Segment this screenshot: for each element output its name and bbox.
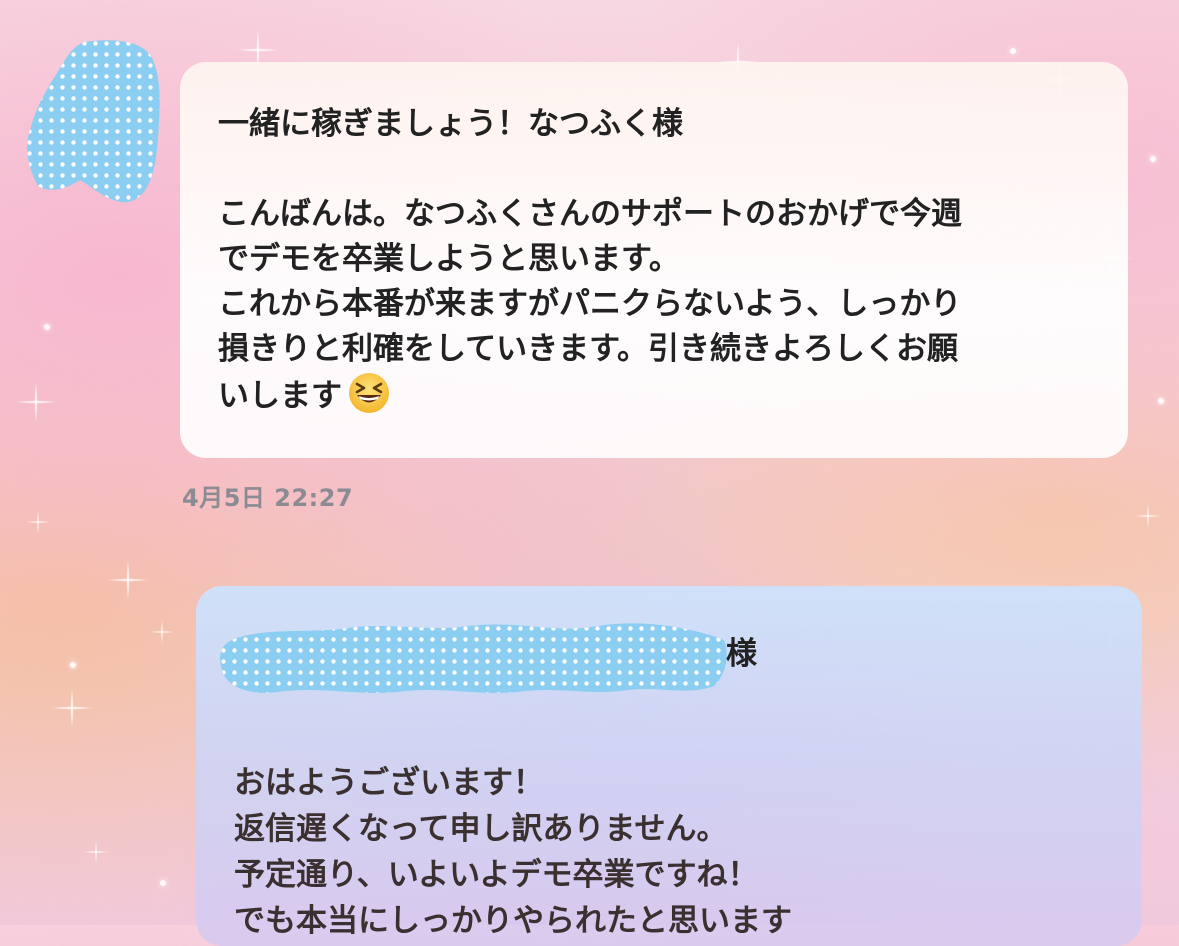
message-line: おはようございます！ — [234, 765, 544, 801]
glitter-dot — [1010, 48, 1016, 54]
incoming-message-bubble[interactable]: 一緒に稼ぎましょう！なつふく様 こんばんは。なつふくさんのサポートのおかげで今週… — [180, 62, 1128, 458]
message-line: でも本当にしっかりやられたと思います — [234, 903, 792, 939]
sparkle-decoration — [150, 620, 174, 644]
glitter-dot — [1158, 398, 1164, 404]
glitter-dot — [44, 324, 50, 330]
message-title: 一緒に稼ぎましょう！なつふく様 — [218, 106, 683, 142]
sparkle-decoration — [108, 560, 148, 600]
grinning-squinting-face-icon — [349, 373, 389, 413]
salutation-suffix: 様 — [726, 636, 757, 672]
message-line: 予定通り、いよいよデモ卒業ですね！ — [234, 857, 759, 893]
message-line: こんばんは。なつふくさんのサポートのおかげで今週 — [218, 196, 962, 232]
sparkle-decoration — [52, 688, 92, 728]
message-line: 返信遅くなって申し訳ありません。 — [234, 811, 728, 847]
message-line: 損きりと利確をしていきます。引き続きよろしくお願 — [218, 331, 958, 367]
message-line-last: いします — [218, 372, 1092, 419]
avatar[interactable] — [24, 38, 162, 204]
message-line: でデモを卒業しようと思います。 — [218, 241, 680, 277]
sparkle-decoration — [16, 382, 56, 422]
sparkle-decoration — [26, 510, 50, 534]
glitter-dot — [1150, 156, 1156, 162]
redacted-name — [220, 623, 727, 693]
sparkle-decoration — [84, 840, 108, 864]
reply-body: おはようございます！ 返信遅くなって申し訳ありません。 予定通り、いよいよデモ卒… — [234, 760, 792, 944]
message-line-text: いします — [218, 378, 342, 414]
message-timestamp: 4月5日 22:27 — [182, 484, 354, 512]
sparkle-decoration — [1136, 504, 1160, 528]
glitter-dot — [160, 880, 166, 886]
message-line: これから本番が来ますがパニクらないよう、しっかり — [218, 286, 962, 322]
glitter-dot — [70, 662, 76, 668]
outgoing-message-bubble[interactable]: 様 おはようございます！ 返信遅くなって申し訳ありません。 予定通り、いよいよデ… — [196, 586, 1142, 946]
